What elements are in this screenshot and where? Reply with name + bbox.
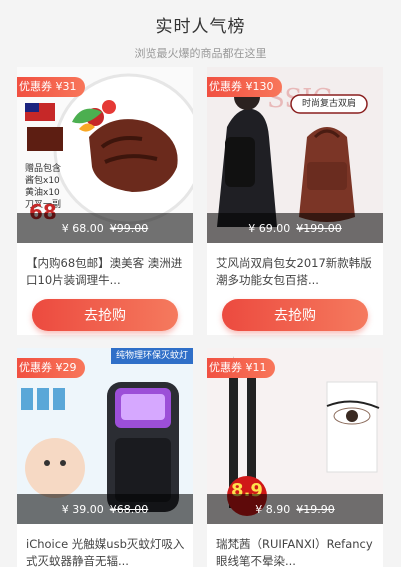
svg-text:酱包x10: 酱包x10 bbox=[25, 174, 60, 186]
product-image[interactable]: 8.9 优惠券 ¥11 ¥ 8.90 ¥19.90 bbox=[207, 348, 383, 524]
product-image[interactable]: 赠品包含 酱包x10 黄油x10 刀叉一副 68 优惠券 ¥31 ¥ 68.00… bbox=[17, 67, 193, 243]
product-name[interactable]: 瑞梵茜（RUIFANXI）Refancy眼线笔不晕染... bbox=[207, 524, 383, 567]
product-image[interactable]: SSIC 时尚复古双肩 优惠券 ¥130 ¥ 69.00 ¥199.00 bbox=[207, 67, 383, 243]
current-price: ¥ 68.00 bbox=[61, 221, 104, 235]
svg-text:黄油x10: 黄油x10 bbox=[25, 186, 60, 198]
product-card[interactable]: 赠品包含 酱包x10 黄油x10 刀叉一副 68 优惠券 ¥31 ¥ 68.00… bbox=[17, 67, 193, 335]
price-bar: ¥ 68.00 ¥99.00 bbox=[17, 213, 193, 243]
price-bar: ¥ 39.00 ¥68.00 bbox=[17, 494, 193, 524]
current-price: ¥ 39.00 bbox=[61, 502, 104, 516]
page-title: 实时人气榜 bbox=[155, 17, 246, 37]
product-name[interactable]: 艾风尚双肩包女2017新款韩版潮多功能女包百搭... bbox=[207, 243, 383, 297]
coupon-badge: 优惠券 ¥11 bbox=[207, 358, 275, 378]
svg-text:赠品包含: 赠品包含 bbox=[25, 162, 61, 174]
product-card[interactable]: 纯物理环保灭蚊灯 优惠券 ¥29 ¥ 39.00 ¥68.00 iChoice … bbox=[17, 348, 193, 567]
original-price: ¥199.00 bbox=[296, 221, 342, 235]
original-price: ¥19.90 bbox=[296, 502, 335, 516]
product-card[interactable]: 8.9 优惠券 ¥11 ¥ 8.90 ¥19.90 瑞梵茜（RUIFANXI）R… bbox=[207, 348, 383, 567]
product-tag: 时尚复古双肩 bbox=[301, 99, 356, 109]
product-name[interactable]: 【内购68包邮】澳美客 澳洲进口10片装调理牛... bbox=[17, 243, 193, 297]
original-price: ¥99.00 bbox=[109, 221, 149, 235]
coupon-badge: 优惠券 ¥31 bbox=[17, 77, 85, 97]
buy-button[interactable]: 去抢购 bbox=[32, 299, 178, 331]
page-header: 实时人气榜 浏览最火爆的商品都在这里 bbox=[0, 0, 401, 64]
original-price: ¥68.00 bbox=[109, 502, 149, 516]
coupon-badge: 优惠券 ¥130 bbox=[207, 77, 282, 97]
product-image[interactable]: 纯物理环保灭蚊灯 优惠券 ¥29 ¥ 39.00 ¥68.00 bbox=[17, 348, 193, 524]
product-tag: 纯物理环保灭蚊灯 bbox=[111, 348, 193, 364]
price-bar: ¥ 8.90 ¥19.90 bbox=[207, 494, 383, 524]
price-bar: ¥ 69.00 ¥199.00 bbox=[207, 213, 383, 243]
product-name[interactable]: iChoice 光触媒usb灭蚊灯吸入式灭蚊器静音无辐... bbox=[17, 524, 193, 567]
product-card[interactable]: SSIC 时尚复古双肩 优惠券 ¥130 ¥ 69.00 ¥199.00 艾风尚… bbox=[207, 67, 383, 335]
buy-button[interactable]: 去抢购 bbox=[222, 299, 368, 331]
current-price: ¥ 69.00 bbox=[248, 221, 291, 235]
page-subtitle: 浏览最火爆的商品都在这里 bbox=[134, 47, 267, 60]
coupon-badge: 优惠券 ¥29 bbox=[17, 358, 85, 378]
current-price: ¥ 8.90 bbox=[255, 502, 291, 516]
